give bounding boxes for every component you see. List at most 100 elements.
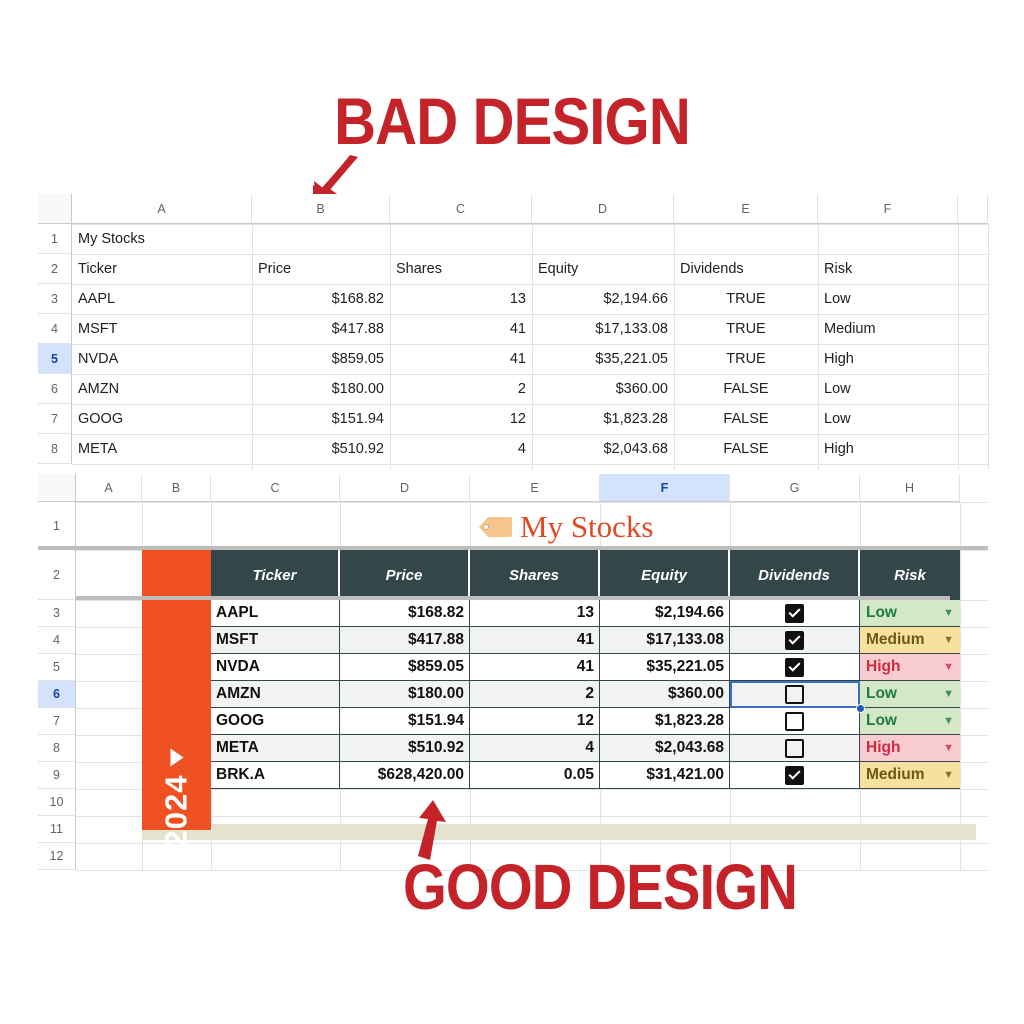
good-cell-price[interactable]: $859.05 (340, 654, 470, 681)
good-cell-risk[interactable]: Medium ▼ (860, 762, 960, 789)
good-cell-price[interactable]: $628,420.00 (340, 762, 470, 789)
bad-header-risk[interactable]: Risk (818, 254, 958, 284)
row-header-11[interactable]: 11 (38, 816, 76, 843)
bad-cell-shares[interactable]: 12 (390, 404, 532, 434)
bad-cell-ticker[interactable]: GOOG (72, 404, 252, 434)
caret-down-icon[interactable]: ▼ (943, 661, 954, 673)
caret-down-icon[interactable]: ▼ (943, 715, 954, 727)
good-cell-shares[interactable]: 4 (470, 735, 600, 762)
dividends-checkbox[interactable] (785, 603, 804, 623)
caret-down-icon[interactable]: ▼ (943, 688, 954, 700)
good-cell-price[interactable]: $168.82 (340, 600, 470, 627)
row-header-4[interactable]: 4 (38, 627, 76, 654)
good-cell-shares[interactable]: 13 (470, 600, 600, 627)
good-cell-ticker[interactable]: META (211, 735, 340, 762)
bad-spreadsheet[interactable]: ABCDEF 12345678 My Stocks Ticker Price Shar… (38, 194, 989, 470)
row-header-1[interactable]: 1 (38, 502, 76, 550)
bad-header-equity[interactable]: Equity (532, 254, 674, 284)
row-header-3[interactable]: 3 (38, 284, 72, 314)
good-cell-equity[interactable]: $2,043.68 (600, 735, 730, 762)
bad-cell-price[interactable]: $168.82 (252, 284, 390, 314)
bad-cell-risk[interactable]: Medium (818, 314, 958, 344)
bad-cell-dividends[interactable]: TRUE (674, 314, 818, 344)
good-cell-price[interactable]: $417.88 (340, 627, 470, 654)
selection-fill-handle[interactable] (856, 704, 865, 713)
select-all-corner[interactable] (38, 474, 76, 502)
row-header-5[interactable]: 5 (38, 344, 72, 374)
good-cell-equity[interactable]: $31,421.00 (600, 762, 730, 789)
column-header-h[interactable]: H (860, 474, 960, 502)
column-header-f[interactable]: F (600, 474, 730, 502)
column-header-a[interactable]: A (72, 194, 252, 224)
bad-header-ticker[interactable]: Ticker (72, 254, 252, 284)
bad-cell-equity[interactable]: $17,133.08 (532, 314, 674, 344)
good-cell-shares[interactable]: 2 (470, 681, 600, 708)
bad-cell-risk[interactable]: High (818, 434, 958, 464)
dividends-checkbox[interactable] (785, 765, 804, 785)
column-header-a[interactable]: A (76, 474, 142, 502)
good-cell-shares[interactable]: 0.05 (470, 762, 600, 789)
good-cell-risk[interactable]: Medium ▼ (860, 627, 960, 654)
bad-cell-ticker[interactable]: NVDA (72, 344, 252, 374)
bad-cell-risk[interactable]: High (818, 344, 958, 374)
bad-cell-dividends[interactable]: FALSE (674, 434, 818, 464)
bad-header-price[interactable]: Price (252, 254, 390, 284)
caret-down-icon[interactable]: ▼ (943, 634, 954, 646)
dividends-checkbox[interactable] (785, 738, 804, 758)
bad-cell-risk[interactable]: Low (818, 374, 958, 404)
good-cell-ticker[interactable]: GOOG (211, 708, 340, 735)
bad-cell-shares[interactable]: 13 (390, 284, 532, 314)
bad-cell-shares[interactable]: 41 (390, 344, 532, 374)
good-cell-dividends[interactable] (730, 708, 860, 735)
column-header-e[interactable]: E (470, 474, 600, 502)
bad-header-shares[interactable]: Shares (390, 254, 532, 284)
row-header-10[interactable]: 10 (38, 789, 76, 816)
bad-cell-equity[interactable]: $35,221.05 (532, 344, 674, 374)
row-header-3[interactable]: 3 (38, 600, 76, 627)
bad-cell-shares[interactable]: 4 (390, 434, 532, 464)
bad-cell-equity[interactable]: $2,194.66 (532, 284, 674, 314)
good-cell-risk[interactable]: Low ▼ (860, 600, 960, 627)
bad-cell-dividends[interactable]: FALSE (674, 404, 818, 434)
bad-cell-ticker[interactable]: META (72, 434, 252, 464)
row-header-6[interactable]: 6 (38, 374, 72, 404)
good-cell-dividends[interactable] (730, 627, 860, 654)
bad-cell-risk[interactable]: Low (818, 284, 958, 314)
good-cell-ticker[interactable]: BRK.A (211, 762, 340, 789)
dividends-checkbox[interactable] (785, 657, 804, 677)
bad-cell-shares[interactable]: 2 (390, 374, 532, 404)
bad-cell-price[interactable]: $859.05 (252, 344, 390, 374)
good-cell-risk[interactable]: Low ▼ (860, 681, 960, 708)
dividends-checkbox[interactable] (785, 684, 804, 704)
caret-down-icon[interactable]: ▼ (943, 742, 954, 754)
good-cell-equity[interactable]: $35,221.05 (600, 654, 730, 681)
bad-cell-shares[interactable]: 41 (390, 314, 532, 344)
year-band[interactable]: 2024 (142, 600, 211, 847)
good-cell-risk[interactable]: High ▼ (860, 735, 960, 762)
bad-cell-price[interactable]: $151.94 (252, 404, 390, 434)
bad-cell-equity[interactable]: $2,043.68 (532, 434, 674, 464)
column-header-e[interactable]: E (674, 194, 818, 224)
select-all-corner[interactable] (38, 194, 72, 224)
good-cell-shares[interactable]: 41 (470, 654, 600, 681)
row-header-4[interactable]: 4 (38, 314, 72, 344)
good-cell-ticker[interactable]: AMZN (211, 681, 340, 708)
good-cell-equity[interactable]: $1,823.28 (600, 708, 730, 735)
bad-cell-dividends[interactable]: TRUE (674, 344, 818, 374)
row-header-8[interactable]: 8 (38, 735, 76, 762)
bad-cell-dividends[interactable]: TRUE (674, 284, 818, 314)
bad-cell-price[interactable]: $417.88 (252, 314, 390, 344)
good-cell-price[interactable]: $151.94 (340, 708, 470, 735)
bad-cell-dividends[interactable]: FALSE (674, 374, 818, 404)
caret-down-icon[interactable]: ▼ (943, 769, 954, 781)
row-header-1[interactable]: 1 (38, 224, 72, 254)
bad-cell-ticker[interactable]: AAPL (72, 284, 252, 314)
caret-down-icon[interactable]: ▼ (943, 607, 954, 619)
good-cell-ticker[interactable]: AAPL (211, 600, 340, 627)
good-cell-equity[interactable]: $17,133.08 (600, 627, 730, 654)
good-cell-equity[interactable]: $2,194.66 (600, 600, 730, 627)
row-header-8[interactable]: 8 (38, 434, 72, 464)
good-cell-shares[interactable]: 41 (470, 627, 600, 654)
dividends-checkbox[interactable] (785, 630, 804, 650)
dividends-checkbox[interactable] (785, 711, 804, 731)
